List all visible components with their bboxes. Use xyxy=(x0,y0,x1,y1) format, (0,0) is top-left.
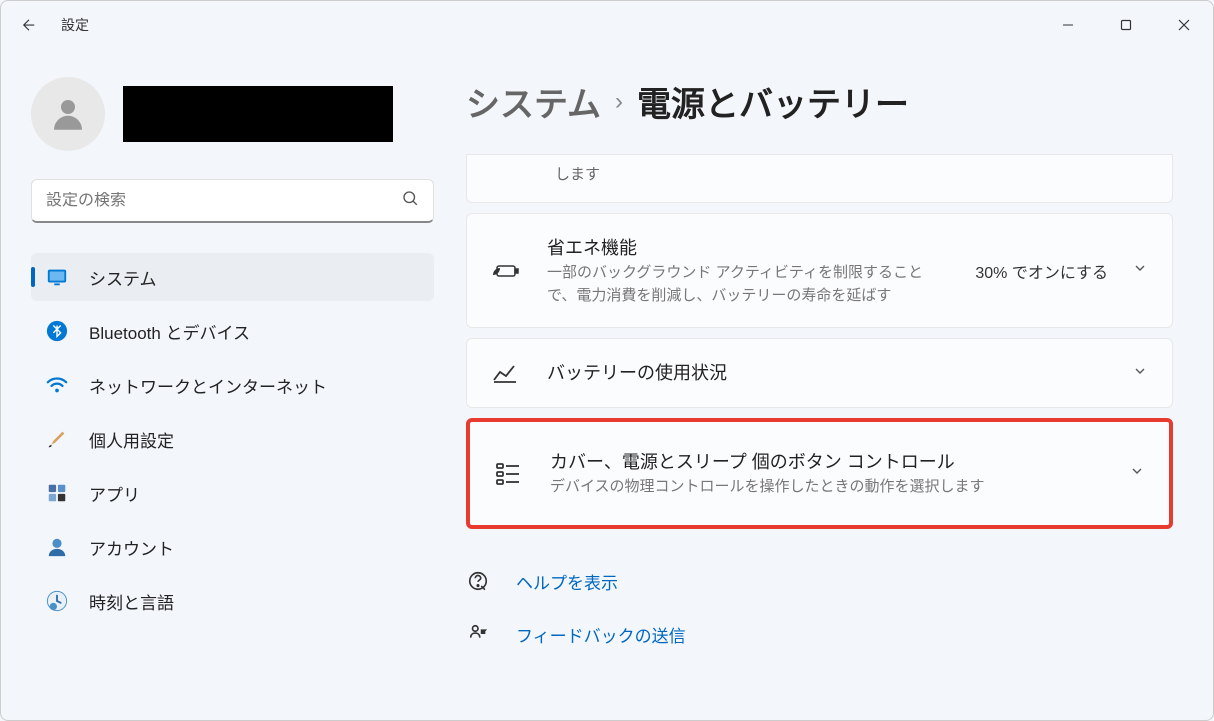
main-content: システム › 電源とバッテリー します 省エネ機能 一部のバックグラウンド アク… xyxy=(456,49,1213,720)
brush-icon xyxy=(45,427,69,451)
nav-label: ネットワークとインターネット xyxy=(89,373,327,398)
card-desc: 一部のバックグラウンド アクティビティを制限することで、電力消費を削減し、バッテ… xyxy=(547,262,947,307)
minimize-button[interactable] xyxy=(1039,1,1097,49)
nav-network[interactable]: ネットワークとインターネット xyxy=(31,361,434,409)
nav-label: システム xyxy=(89,265,157,290)
card-partial-text: します xyxy=(555,166,600,183)
search-icon xyxy=(401,189,419,212)
chart-icon xyxy=(491,362,519,384)
breadcrumb-parent[interactable]: システム xyxy=(466,77,601,126)
profile-section[interactable] xyxy=(31,77,434,151)
help-link-text: フィードバックの送信 xyxy=(516,622,686,647)
help-link-feedback[interactable]: フィードバックの送信 xyxy=(466,622,1173,647)
bluetooth-icon xyxy=(45,319,69,343)
help-icon xyxy=(466,569,490,593)
sidebar: システム Bluetooth とデバイス ネットワークとインターネット 個人用設… xyxy=(1,49,456,720)
chevron-down-icon xyxy=(1132,363,1148,384)
avatar xyxy=(31,77,105,151)
card-title: カバー、電源とスリープ 個のボタン コントロール xyxy=(550,448,1101,474)
chevron-right-icon: › xyxy=(615,88,623,116)
nav-accounts[interactable]: アカウント xyxy=(31,523,434,571)
leaf-battery-icon xyxy=(491,261,519,281)
feedback-icon xyxy=(466,622,490,646)
card-desc: デバイスの物理コントロールを操作したときの動作を選択します xyxy=(550,476,1101,499)
nav-list: システム Bluetooth とデバイス ネットワークとインターネット 個人用設… xyxy=(31,253,434,625)
help-link-text: ヘルプを表示 xyxy=(516,569,618,594)
nav-personalization[interactable]: 個人用設定 xyxy=(31,415,434,463)
app-title: 設定 xyxy=(61,15,89,35)
card-partial-top[interactable]: します xyxy=(466,154,1173,203)
titlebar-left: 設定 xyxy=(19,15,1019,35)
wifi-icon xyxy=(45,373,69,397)
nav-bluetooth[interactable]: Bluetooth とデバイス xyxy=(31,307,434,355)
nav-label: アプリ xyxy=(89,481,140,506)
apps-icon xyxy=(45,481,69,505)
window-controls xyxy=(1039,1,1213,49)
maximize-button[interactable] xyxy=(1097,1,1155,49)
help-links: ヘルプを表示 フィードバックの送信 xyxy=(466,569,1173,647)
controls-icon xyxy=(494,461,522,485)
clock-icon xyxy=(45,589,69,613)
help-link-show-help[interactable]: ヘルプを表示 xyxy=(466,569,1173,594)
card-title: 省エネ機能 xyxy=(547,234,947,260)
breadcrumb-current: 電源とバッテリー xyxy=(637,77,909,126)
titlebar: 設定 xyxy=(1,1,1213,49)
card-title: バッテリーの使用状況 xyxy=(547,359,1104,385)
nav-system[interactable]: システム xyxy=(31,253,434,301)
card-lid-power-buttons[interactable]: カバー、電源とスリープ 個のボタン コントロール デバイスの物理コントロールを操… xyxy=(466,418,1173,529)
system-icon xyxy=(45,265,69,289)
nav-time-language[interactable]: 時刻と言語 xyxy=(31,577,434,625)
nav-label: 個人用設定 xyxy=(89,427,174,452)
chevron-down-icon xyxy=(1132,260,1148,281)
back-button[interactable] xyxy=(19,15,39,35)
search-box[interactable] xyxy=(31,179,434,223)
search-input[interactable] xyxy=(46,192,401,210)
nav-label: Bluetooth とデバイス xyxy=(89,319,250,344)
card-value: 30% でオンにする xyxy=(975,259,1108,283)
breadcrumb: システム › 電源とバッテリー xyxy=(466,77,1173,126)
card-battery-usage[interactable]: バッテリーの使用状況 xyxy=(466,338,1173,408)
nav-label: 時刻と言語 xyxy=(89,589,174,614)
profile-name-redacted xyxy=(123,86,393,142)
account-icon xyxy=(45,535,69,559)
nav-apps[interactable]: アプリ xyxy=(31,469,434,517)
nav-label: アカウント xyxy=(89,535,174,560)
close-button[interactable] xyxy=(1155,1,1213,49)
chevron-down-icon xyxy=(1129,463,1145,484)
card-energy-saver[interactable]: 省エネ機能 一部のバックグラウンド アクティビティを制限することで、電力消費を削… xyxy=(466,213,1173,328)
